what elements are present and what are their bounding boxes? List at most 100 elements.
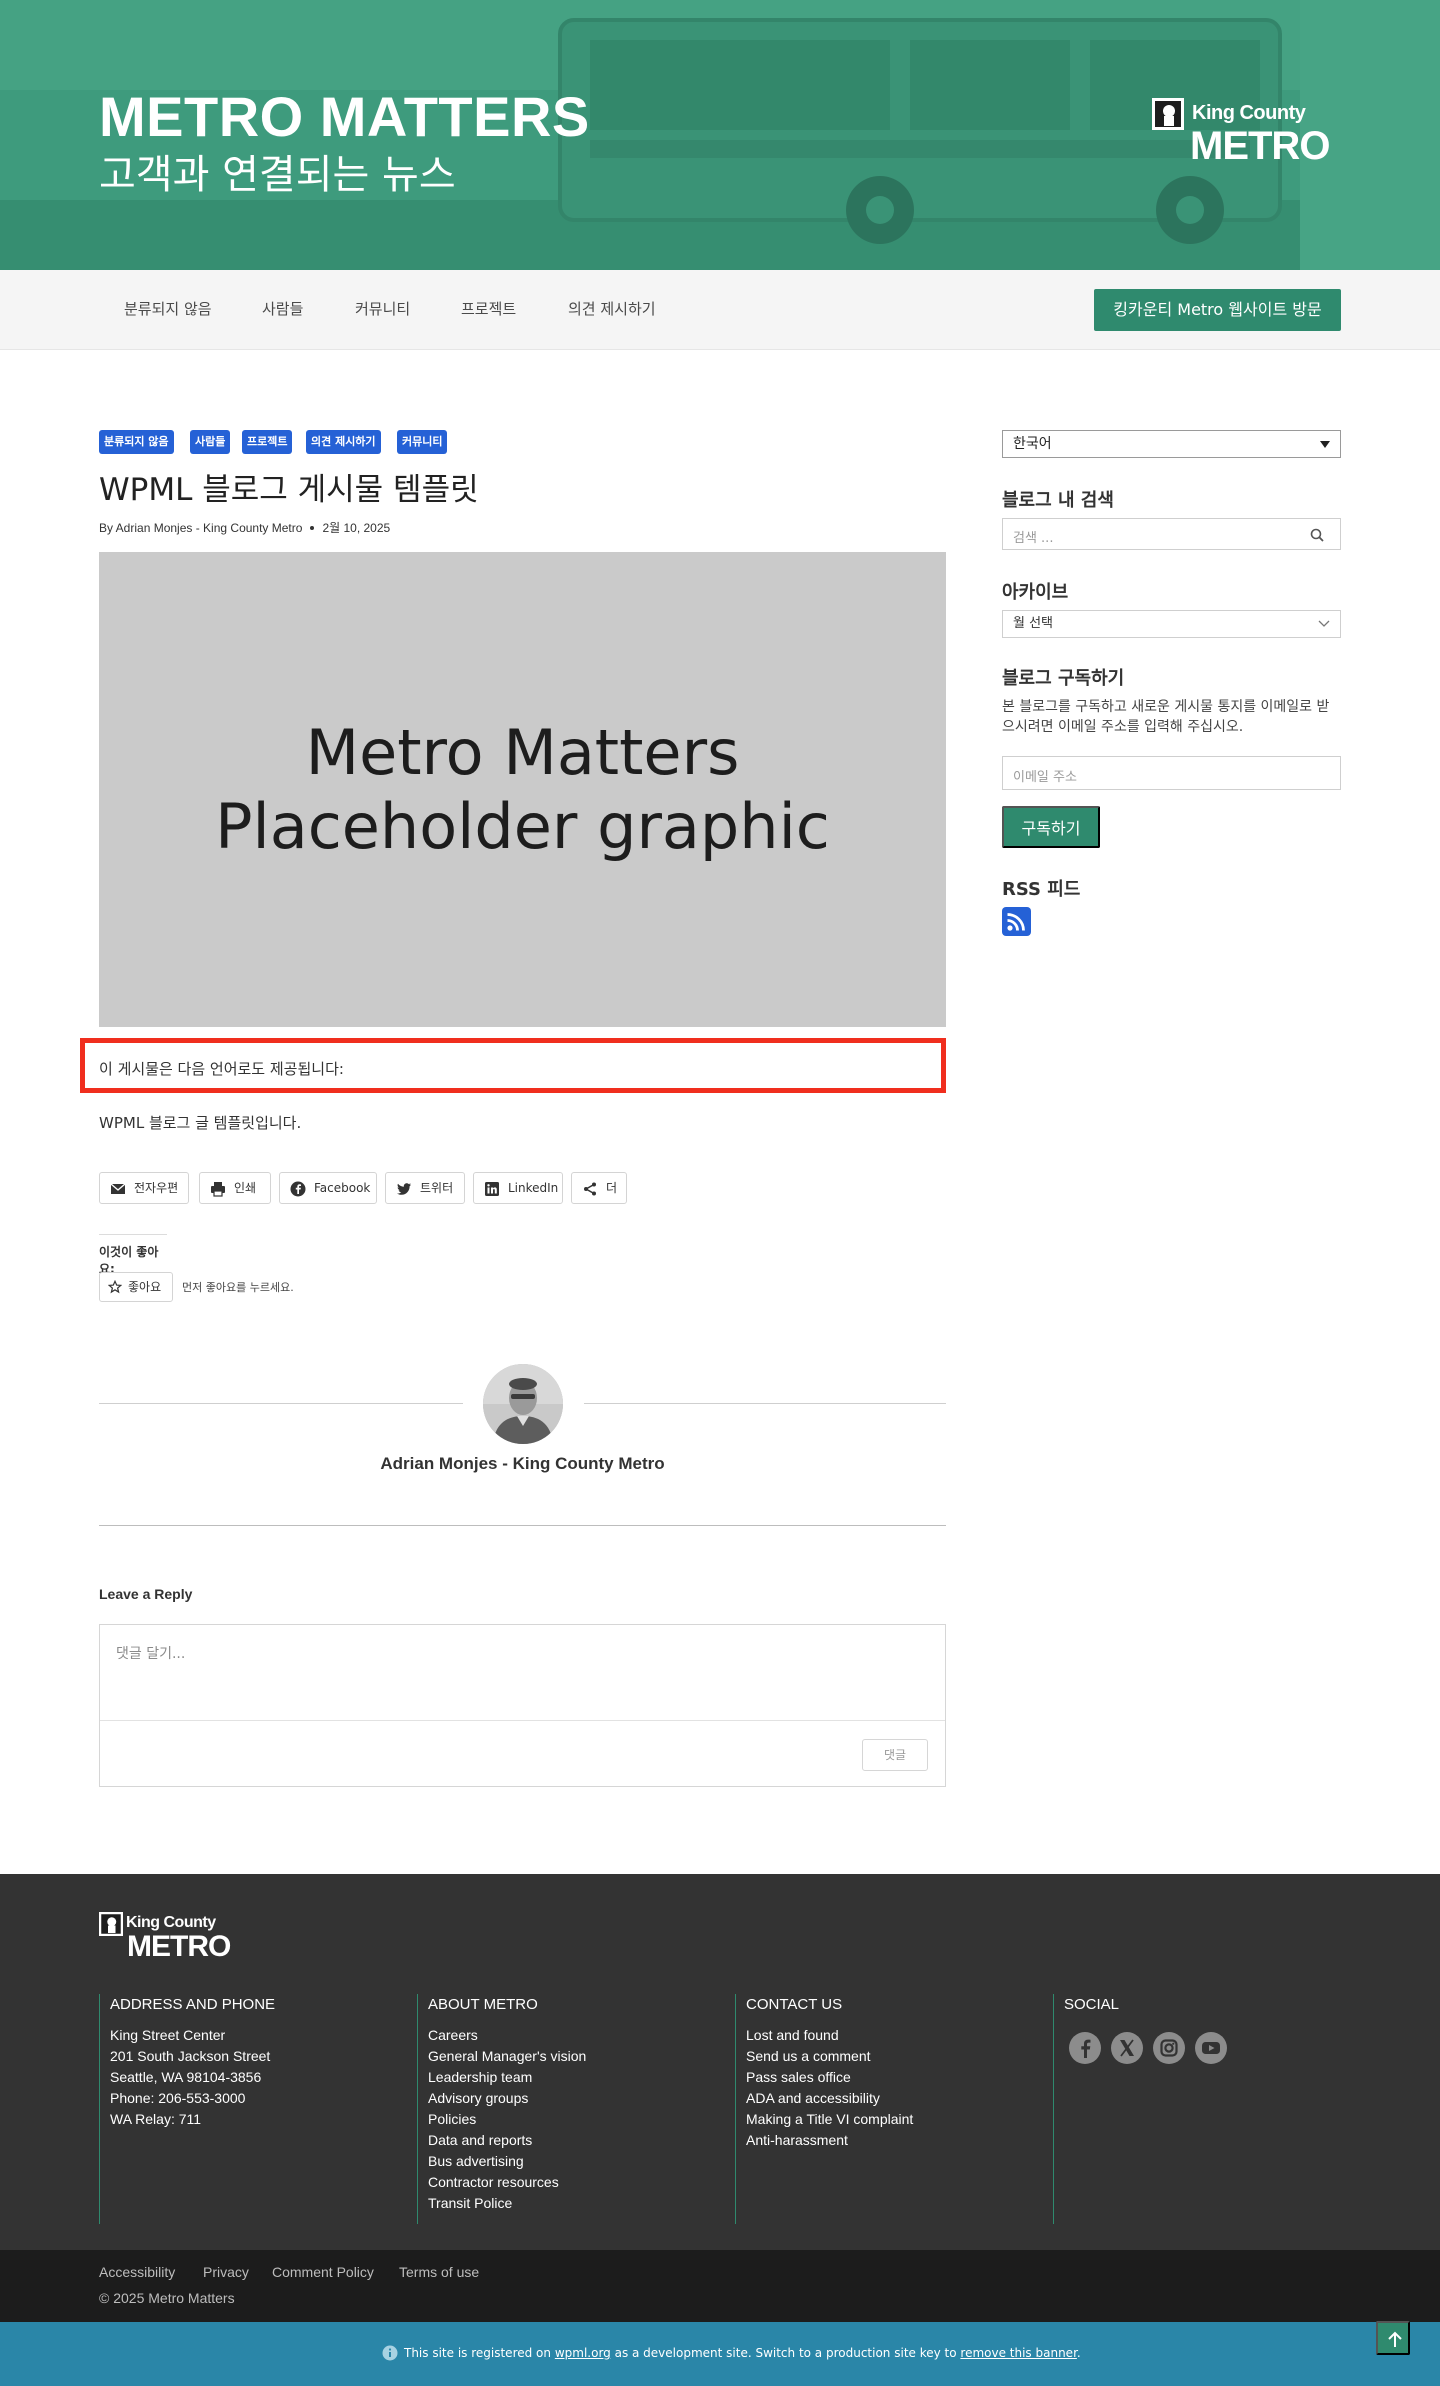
footer-link[interactable]: Pass sales office xyxy=(746,2067,1035,2088)
category-badge-feedback[interactable]: 의견 제시하기 xyxy=(306,430,381,454)
wpml-org-link[interactable]: wpml.org xyxy=(555,2346,611,2360)
terms-of-use-link[interactable]: Terms of use xyxy=(399,2264,479,2280)
share-facebook-label: Facebook xyxy=(314,1181,371,1195)
footer-logo[interactable]: King County METRO xyxy=(99,1912,249,1964)
category-badge-people[interactable]: 사람들 xyxy=(190,430,231,454)
footer-social-heading: SOCIAL xyxy=(1064,1996,1120,2013)
footer-link[interactable]: General Manager's vision xyxy=(428,2046,717,2067)
nav-item-community[interactable]: 커뮤니티 xyxy=(355,298,410,319)
twitter-icon xyxy=(397,1183,411,1195)
share-more-label: 더 xyxy=(606,1181,618,1195)
footer-link[interactable]: Lost and found xyxy=(746,2025,1035,2046)
category-badge-community[interactable]: 커뮤니티 xyxy=(397,430,448,454)
star-icon xyxy=(108,1280,122,1294)
accessibility-link[interactable]: Accessibility xyxy=(99,2264,175,2280)
footer-address-line: King Street Center xyxy=(110,2027,226,2043)
reply-heading: Leave a Reply xyxy=(99,1586,193,1602)
share-linkedin-button[interactable]: LinkedIn xyxy=(473,1172,563,1204)
facebook-icon[interactable] xyxy=(1069,2032,1101,2064)
footer-link[interactable]: Advisory groups xyxy=(428,2088,717,2109)
rss-icon[interactable] xyxy=(1002,907,1031,936)
comment-form: 댓글 달기... 댓글 xyxy=(99,1624,946,1787)
footer-column-address: ADDRESS AND PHONE King Street Center 201… xyxy=(99,1994,399,2224)
category-badge-projects[interactable]: 프로젝트 xyxy=(242,430,293,454)
footer-about-heading: ABOUT METRO xyxy=(428,1996,538,2013)
linkedin-icon xyxy=(485,1182,499,1196)
wpml-text-before: This site is registered on xyxy=(404,2346,555,2360)
footer-link[interactable]: Leadership team xyxy=(428,2067,717,2088)
share-print-label: 인쇄 xyxy=(234,1181,257,1195)
footer-link[interactable]: ADA and accessibility xyxy=(746,2088,1035,2109)
share-more-button[interactable]: 더 xyxy=(571,1172,627,1204)
site-header: METRO MATTERS 고객과 연결되는 뉴스 King County ME… xyxy=(0,0,1440,270)
wpml-dev-banner: This site is registered on wpml.org as a… xyxy=(0,2322,1440,2386)
comment-textarea[interactable]: 댓글 달기... xyxy=(116,1643,185,1663)
remove-banner-link[interactable]: remove this banner xyxy=(960,2346,1077,2360)
footer-link[interactable]: Contractor resources xyxy=(428,2172,717,2193)
facebook-icon xyxy=(290,1181,306,1197)
archive-select-value: 월 선택 xyxy=(1013,616,1054,631)
footer-address-line: Seattle, WA 98104-3856 xyxy=(110,2069,262,2085)
author-box-name[interactable]: Adrian Monjes - King County Metro xyxy=(99,1454,946,1474)
wpml-text-after: . xyxy=(1076,2346,1081,2360)
like-hint: 먼저 좋아요를 누르세요. xyxy=(182,1281,294,1294)
comment-submit-button[interactable]: 댓글 xyxy=(862,1739,928,1771)
archive-month-select[interactable]: 월 선택 xyxy=(1002,610,1341,638)
footer-link[interactable]: Anti-harassment xyxy=(746,2130,1035,2151)
footer-link[interactable]: Making a Title VI complaint xyxy=(746,2109,1035,2130)
youtube-icon[interactable] xyxy=(1195,2032,1227,2064)
nav-item-projects[interactable]: 프로젝트 xyxy=(461,298,516,319)
like-button-label: 좋아요 xyxy=(128,1280,162,1294)
language-switcher[interactable]: 한국어 xyxy=(1002,430,1341,458)
subscribe-button[interactable]: 구독하기 xyxy=(1002,806,1100,848)
category-badge-uncategorized[interactable]: 분류되지 않음 xyxy=(99,430,174,454)
share-icon xyxy=(584,1182,596,1196)
site-footer: King County METRO ADDRESS AND PHONE King… xyxy=(0,1874,1440,2250)
subscribe-email-field[interactable]: 이메일 주소 xyxy=(1002,756,1341,790)
nav-item-uncategorized[interactable]: 분류되지 않음 xyxy=(124,298,212,319)
king-county-seal-icon xyxy=(99,1912,123,1936)
search-icon[interactable] xyxy=(1310,528,1324,542)
triangle-down-icon xyxy=(1320,441,1330,448)
scroll-to-top-button[interactable] xyxy=(1376,2321,1410,2355)
footer-contact-heading: CONTACT US xyxy=(746,1996,843,2013)
byline-separator xyxy=(310,525,315,530)
share-email-button[interactable]: 전자우편 xyxy=(99,1172,189,1204)
author-avatar-image xyxy=(483,1364,563,1444)
comment-policy-link[interactable]: Comment Policy xyxy=(272,2264,374,2280)
footer-relay: WA Relay: 711 xyxy=(110,2111,202,2127)
footer-link[interactable]: Policies xyxy=(428,2109,717,2130)
footer-column-social: SOCIAL xyxy=(1053,1994,1341,2224)
nav-item-feedback[interactable]: 의견 제시하기 xyxy=(568,298,656,319)
author-divider-right xyxy=(584,1403,946,1404)
share-facebook-button[interactable]: Facebook xyxy=(279,1172,377,1204)
footer-link[interactable]: Bus advertising xyxy=(428,2151,717,2172)
footer-link[interactable]: Send us a comment xyxy=(746,2046,1035,2067)
featured-image-line-1: Metro Matters xyxy=(305,715,740,789)
share-twitter-button[interactable]: 트위터 xyxy=(385,1172,465,1204)
footer-column-contact: CONTACT US Lost and found Send us a comm… xyxy=(735,1994,1035,2224)
email-icon xyxy=(110,1183,126,1194)
arrow-up-icon xyxy=(1388,2331,1402,2347)
share-print-button[interactable]: 인쇄 xyxy=(199,1172,271,1204)
instagram-icon[interactable] xyxy=(1153,2032,1185,2064)
language-notice-text: 이 게시물은 다음 언어로도 제공됩니다: xyxy=(99,1060,344,1078)
post-body: WPML 블로그 글 템플릿입니다. xyxy=(99,1114,302,1132)
nav-item-people[interactable]: 사람들 xyxy=(262,298,303,319)
site-title[interactable]: METRO MATTERS xyxy=(99,84,590,149)
footer-phone: Phone: 206-553-3000 xyxy=(110,2090,246,2106)
king-county-metro-logo[interactable]: King County METRO xyxy=(1152,98,1342,170)
post-author-link[interactable]: By Adrian Monjes - King County Metro xyxy=(99,521,302,535)
visit-metro-website-button[interactable]: 킹카운티 Metro 웹사이트 방문 xyxy=(1094,289,1341,331)
footer-column-about: ABOUT METRO Careers General Manager's vi… xyxy=(417,1994,717,2224)
featured-image-line-2: Placeholder graphic xyxy=(215,789,830,863)
footer-link[interactable]: Transit Police xyxy=(428,2193,717,2214)
privacy-link[interactable]: Privacy xyxy=(203,2264,249,2280)
site-tagline: 고객과 연결되는 뉴스 xyxy=(99,152,456,198)
like-button[interactable]: 좋아요 xyxy=(99,1272,173,1302)
post-byline: By Adrian Monjes - King County Metro 2월 1… xyxy=(99,519,390,536)
footer-link[interactable]: Careers xyxy=(428,2025,717,2046)
footer-link[interactable]: Data and reports xyxy=(428,2130,717,2151)
x-icon[interactable] xyxy=(1111,2032,1143,2064)
sidebar-search-input[interactable]: 검색 ... xyxy=(1002,518,1341,550)
